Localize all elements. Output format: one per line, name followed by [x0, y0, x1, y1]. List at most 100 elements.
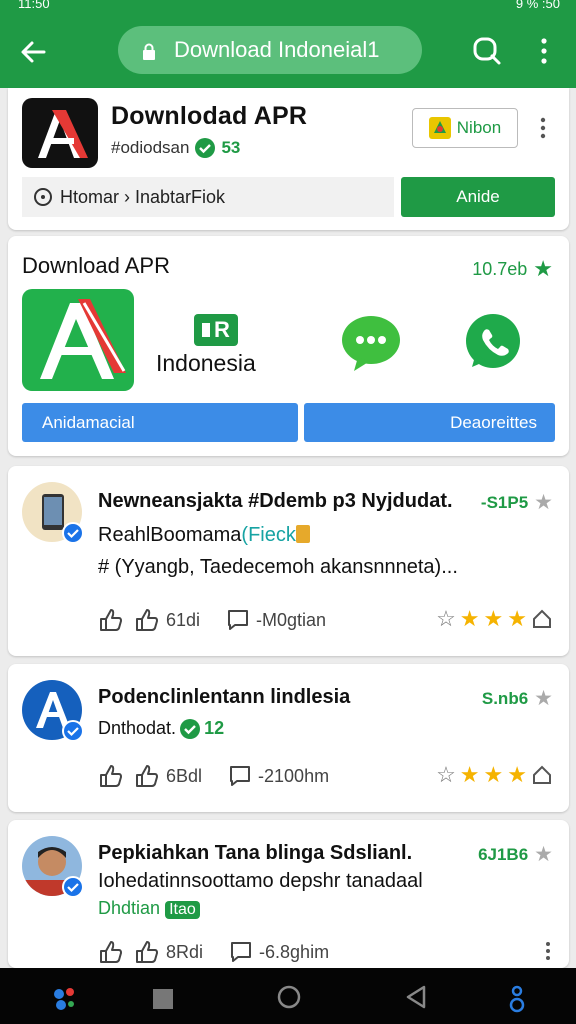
star-full-icon: ★ — [507, 606, 527, 631]
feed-post[interactable]: Podenclinlentann lindlesia S.nb6 ★ Dnthod… — [8, 664, 569, 812]
status-time: 11:50 — [18, 0, 50, 11]
reaction-button[interactable]: 8Rdi — [134, 939, 203, 965]
share-icon — [533, 609, 551, 628]
system-nav-bar — [0, 968, 576, 1024]
more-vert-icon[interactable] — [536, 36, 552, 66]
star-icon: ★ — [533, 256, 553, 281]
app-big-logo-icon[interactable] — [22, 289, 134, 391]
follow-icon — [428, 117, 451, 139]
comment-icon — [230, 766, 251, 786]
url-text: Download Indoneial1 — [174, 37, 380, 62]
feature-card: Download APR 10.7eb ★ R Indonesia Anidam… — [8, 236, 569, 456]
post-title: Pepkiahkan Tana blinga Sdslianl. — [98, 842, 413, 864]
post-rating-stars[interactable]: ☆ ★ ★ ★ — [436, 762, 553, 788]
feature-title: Download APR — [22, 253, 170, 278]
post-actions: 8Rdi -6.8ghim — [98, 938, 329, 966]
whatsapp-icon[interactable] — [464, 313, 522, 371]
verified-badge-icon — [62, 522, 84, 544]
like-button[interactable] — [98, 607, 124, 633]
like-button[interactable] — [98, 939, 124, 965]
thumb-up-icon — [100, 765, 122, 787]
status-bar: 11:50 9 % :50 — [0, 0, 576, 14]
comment-icon — [231, 942, 252, 962]
comment-button[interactable]: -M0gtian — [226, 608, 326, 632]
thumb-up-outline-icon — [136, 941, 158, 963]
lock-icon — [142, 41, 156, 60]
accessibility-icon[interactable] — [506, 984, 528, 1019]
comment-icon — [228, 610, 249, 630]
verified-badge-icon — [62, 876, 84, 898]
star-outline-icon: ★ — [534, 491, 553, 514]
post-line-2: Dhdtian Itao — [98, 898, 200, 919]
thumb-up-icon — [100, 941, 122, 963]
feed-post[interactable]: Newneansjakta #Ddemb p3 Nyjdudat. -S1P5 ★… — [8, 466, 569, 656]
back-nav-icon[interactable] — [404, 984, 428, 1015]
assistant-icon[interactable] — [50, 984, 80, 1019]
url-bar[interactable]: Download Indoneial1 — [118, 26, 422, 74]
post-line: ReahlBoomama(Fieck — [98, 524, 310, 547]
search-icon[interactable] — [470, 34, 504, 68]
brand-badge: R — [194, 314, 238, 346]
post-line-2: # (Yyangb, Taedecemoh akansnnneta)... — [98, 556, 458, 578]
status-battery: 9 % :50 — [515, 0, 560, 11]
app-title: Downlodad APR — [111, 102, 308, 130]
star-full-icon: ★ — [507, 762, 527, 787]
verified-icon — [195, 138, 216, 158]
indonesia-brand[interactable]: R Indonesia — [156, 314, 276, 384]
post-line: Dnthodat. 12 — [98, 718, 225, 739]
comment-button[interactable]: -2100hm — [228, 764, 329, 788]
breadcrumb[interactable]: Htomar › InabtarFiok — [22, 177, 394, 217]
post-title: Newneansjakta #Ddemb p3 Nyjdudat. — [98, 490, 453, 512]
comment-button[interactable]: -6.8ghim — [229, 940, 329, 964]
thumb-up-outline-icon — [136, 765, 158, 787]
reaction-button[interactable]: 6Bdl — [134, 763, 202, 789]
home-icon[interactable] — [276, 984, 302, 1015]
star-full-icon: ★ — [459, 762, 480, 787]
feed-post[interactable]: Pepkiahkan Tana blinga Sdslianl. 6J1B6 ★ … — [8, 820, 569, 968]
post-score: -S1P5 ★ — [480, 491, 553, 514]
lock-emoji-icon — [295, 525, 310, 543]
right-action-button[interactable]: Deaoreittes — [304, 403, 555, 442]
left-action-button[interactable]: Anidamacial — [22, 403, 298, 442]
post-title: Podenclinlentann lindlesia — [98, 686, 351, 708]
info-circle-icon — [34, 188, 52, 206]
share-icon — [533, 765, 551, 784]
post-actions: 6Bdl -2100hm — [98, 762, 329, 790]
post-more-icon[interactable] — [543, 940, 553, 962]
back-arrow-icon[interactable] — [18, 36, 50, 68]
like-button[interactable] — [98, 763, 124, 789]
avatar[interactable] — [22, 836, 84, 898]
star-outline-icon: ★ — [534, 687, 553, 710]
post-score: S.nb6 ★ — [481, 687, 553, 710]
chat-bubble-icon[interactable] — [340, 313, 402, 373]
thumb-up-outline-icon — [136, 609, 158, 631]
follow-button[interactable]: Nibon — [412, 108, 518, 148]
primary-action-button[interactable]: Anide — [401, 177, 555, 217]
feature-rating: 10.7eb ★ — [472, 256, 553, 281]
star-outline-icon: ★ — [534, 843, 553, 866]
post-actions: 61di -M0gtian — [98, 606, 326, 634]
app-logo-icon[interactable] — [22, 98, 98, 168]
app-subtitle: #odiodsan 53 — [111, 138, 241, 158]
verified-count: 53 — [221, 138, 241, 157]
post-score: 6J1B6 ★ — [478, 843, 553, 866]
recents-icon[interactable] — [152, 988, 174, 1015]
star-outline-icon: ☆ — [436, 762, 456, 787]
app-info-card: Downlodad APR #odiodsan 53 Nibon Htomar … — [8, 88, 569, 230]
thumb-up-icon — [100, 609, 122, 631]
post-rating-stars[interactable]: ☆ ★ ★ ★ — [436, 606, 553, 632]
avatar[interactable] — [22, 482, 84, 544]
top-app-bar: Download Indoneial1 — [0, 14, 576, 88]
star-half-icon: ★ — [483, 606, 504, 631]
reaction-button[interactable]: 61di — [134, 607, 200, 633]
star-full-icon: ★ — [459, 606, 480, 631]
brand-label: Indonesia — [156, 350, 256, 376]
card-more-icon[interactable] — [538, 116, 548, 140]
post-line: Iohedatinnsoottamo depshr tanadaal — [98, 870, 423, 892]
star-half-icon: ★ — [483, 762, 504, 787]
star-outline-icon: ☆ — [436, 606, 456, 631]
post-tag: Itao — [165, 901, 200, 919]
verified-icon — [180, 718, 201, 739]
verified-badge-icon — [62, 720, 84, 742]
avatar[interactable] — [22, 680, 84, 742]
